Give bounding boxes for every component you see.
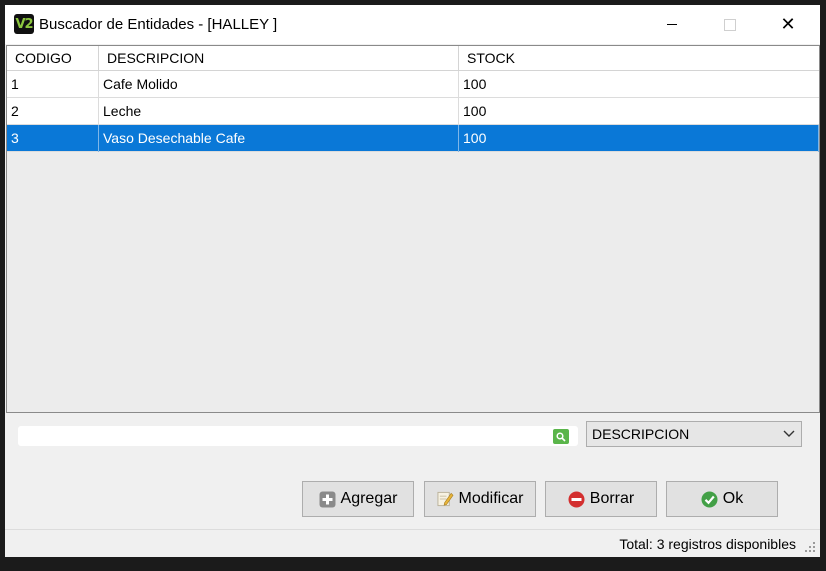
search-input[interactable] <box>18 426 578 446</box>
close-icon: ✕ <box>780 14 796 35</box>
search-field-select[interactable]: DESCRIPCION <box>586 421 802 447</box>
delete-button[interactable]: Borrar <box>545 481 657 517</box>
cell-stock: 100 <box>463 103 487 119</box>
maximize-icon <box>724 18 736 31</box>
add-button[interactable]: Agregar <box>302 481 414 517</box>
cell-stock: 100 <box>463 76 487 92</box>
app-logo-text: V2 <box>15 16 33 32</box>
column-header-codigo[interactable]: CODIGO <box>7 46 99 70</box>
plus-icon <box>319 491 336 508</box>
minus-circle-icon <box>568 491 585 508</box>
edit-button[interactable]: Modificar <box>424 481 536 517</box>
cell-descripcion: Cafe Molido <box>99 71 459 98</box>
cell-codigo: 3 <box>7 125 99 152</box>
grid-header: CODIGO DESCRIPCION STOCK <box>7 46 819 71</box>
search-field-value: DESCRIPCION <box>592 426 690 442</box>
maximize-button[interactable] <box>707 5 753 44</box>
cell-stock: 100 <box>459 125 819 152</box>
check-circle-icon <box>701 491 718 508</box>
chevron-down-icon <box>783 430 795 437</box>
add-button-label: Agregar <box>340 490 398 507</box>
edit-icon <box>437 491 454 508</box>
minimize-icon <box>667 24 677 25</box>
cell-codigo: 2 <box>7 98 99 125</box>
resize-grip-icon[interactable] <box>804 541 816 553</box>
table-row[interactable]: 2 Leche 100 <box>7 98 819 125</box>
table-row-selected[interactable]: 3 Vaso Desechable Cafe 100 <box>7 125 819 152</box>
title-bar[interactable]: V2 Buscador de Entidades - [HALLEY ] ✕ <box>5 5 820 44</box>
edit-button-label: Modificar <box>458 490 524 507</box>
status-text: Total: 3 registros disponibles <box>619 536 796 552</box>
status-bar: Total: 3 registros disponibles <box>5 529 820 557</box>
search-window: V2 Buscador de Entidades - [HALLEY ] ✕ C… <box>5 5 820 557</box>
table-row[interactable]: 1 Cafe Molido 100 <box>7 71 819 98</box>
minimize-button[interactable] <box>649 5 695 44</box>
close-button[interactable]: ✕ <box>765 5 811 44</box>
column-header-descripcion[interactable]: DESCRIPCION <box>99 46 459 70</box>
search-icon[interactable] <box>553 429 569 444</box>
cell-descripcion: Vaso Desechable Cafe <box>99 125 459 152</box>
cell-descripcion: Leche <box>99 98 459 125</box>
ok-button[interactable]: Ok <box>666 481 778 517</box>
delete-button-label: Borrar <box>589 490 635 507</box>
cell-codigo: 1 <box>7 71 99 98</box>
ok-button-label: Ok <box>722 490 744 507</box>
entities-grid[interactable]: CODIGO DESCRIPCION STOCK 1 Cafe Molido 1… <box>6 45 820 413</box>
app-logo-icon: V2 <box>14 14 34 34</box>
column-header-stock[interactable]: STOCK <box>459 46 819 70</box>
window-title: Buscador de Entidades - [HALLEY ] <box>39 16 278 33</box>
